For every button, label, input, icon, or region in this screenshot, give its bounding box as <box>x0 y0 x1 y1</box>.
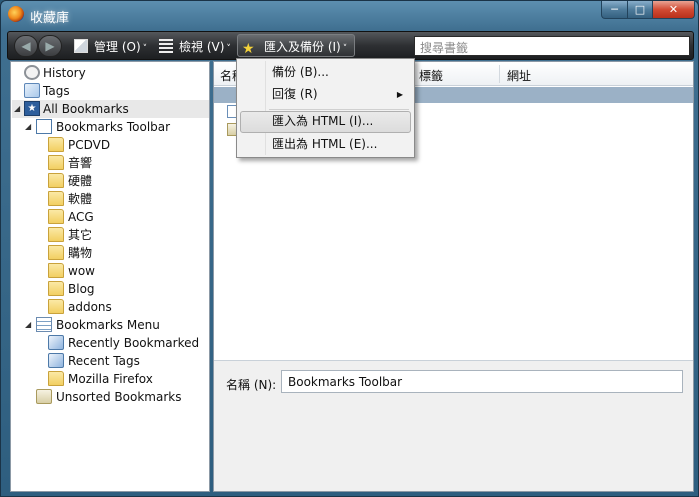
tree-item-label: 購物 <box>68 246 93 260</box>
name-field-label: 名稱 (N): <box>226 378 277 392</box>
menu-item-label: 回復 (R) <box>272 87 318 101</box>
folder-icon <box>48 371 64 386</box>
menu-item-backup[interactable]: 備份 (B)... <box>240 62 411 84</box>
organize-dropdown-marker: ˅ <box>142 44 148 54</box>
organize-menu-button[interactable]: 管理 (O) ˅ <box>74 38 147 55</box>
column-location[interactable]: 網址 <box>507 67 531 84</box>
folder-icon <box>48 263 64 278</box>
menu-item-label: 備份 (B)... <box>272 65 329 79</box>
folder-icon <box>48 209 64 224</box>
folder-icon <box>48 245 64 260</box>
folder-icon <box>48 137 64 152</box>
tree-item-label: 硬體 <box>68 174 93 188</box>
folder-tree: History Tags ◢ ★ All Bookmarks ◢ Bookmar… <box>10 61 210 492</box>
back-button[interactable]: ◀ <box>14 35 38 57</box>
back-arrow-icon: ◀ <box>21 39 31 53</box>
import-label: 匯入及備份 (I) <box>264 40 341 54</box>
tree-item-label: 其它 <box>68 228 93 242</box>
organize-icon <box>74 39 88 53</box>
menu-item-label: 匯入為 HTML (I)... <box>272 114 374 128</box>
menu-separator <box>269 109 409 110</box>
search-bookmarks-input[interactable]: 搜尋書籤 <box>414 36 690 56</box>
star-icon: ★ <box>24 101 40 116</box>
folder-icon <box>48 155 64 170</box>
title-bar: 收藏庫 ─ □ ✕ <box>1 1 698 29</box>
folder-icon <box>48 281 64 296</box>
minimize-button[interactable]: ─ <box>601 1 628 19</box>
views-label: 檢視 (V) <box>179 40 225 54</box>
expand-twisty-icon[interactable]: ◢ <box>25 321 33 329</box>
tree-item-label: ACG <box>68 210 94 224</box>
submenu-arrow-icon: ▶ <box>396 90 403 99</box>
folder-icon <box>48 227 64 242</box>
tree-item-label: Blog <box>68 282 95 296</box>
smart-folder-icon <box>48 335 64 350</box>
tree-item-label: All Bookmarks <box>43 102 129 116</box>
tree-item-label: 軟體 <box>68 192 93 206</box>
column-tags[interactable]: 標籤 <box>419 67 443 84</box>
tree-item-label: Bookmarks Menu <box>56 318 160 332</box>
folder-icon <box>48 173 64 188</box>
tree-item-label: History <box>43 66 86 80</box>
tree-item-label: 音響 <box>68 156 93 170</box>
views-menu-button[interactable]: 檢視 (V) ˅ <box>159 38 231 55</box>
smart-folder-icon <box>48 353 64 368</box>
tree-item-label: Bookmarks Toolbar <box>56 120 171 134</box>
import-dropdown-marker: ˅ <box>342 44 348 54</box>
firefox-icon <box>8 6 24 22</box>
tree-item-label: Mozilla Firefox <box>68 372 153 386</box>
expand-twisty-icon[interactable]: ◢ <box>14 105 22 113</box>
toolbar-icon <box>36 119 52 134</box>
tree-item-all-bookmarks[interactable]: ◢ ★ All Bookmarks <box>12 100 209 118</box>
views-dropdown-marker: ˅ <box>226 44 231 54</box>
close-button[interactable]: ✕ <box>652 1 695 19</box>
toolbar: ◀ ▶ 管理 (O) ˅ 檢視 (V) ˅ ★ 匯入及備份 (I) ˅ 搜尋書籤 <box>7 31 694 60</box>
tree-item-label: Recent Tags <box>68 354 140 368</box>
column-divider[interactable] <box>499 65 500 83</box>
maximize-button[interactable]: □ <box>627 1 653 19</box>
tree-item-label: Unsorted Bookmarks <box>56 390 182 404</box>
tree-item-label: Recently Bookmarked <box>68 336 200 350</box>
tree-item-label: addons <box>68 300 112 314</box>
tags-icon <box>24 83 40 98</box>
import-backup-menu-button[interactable]: ★ 匯入及備份 (I) ˅ <box>237 34 356 57</box>
menu-icon <box>36 317 52 332</box>
menu-item-export-html[interactable]: 匯出為 HTML (E)... <box>240 134 411 156</box>
folder-icon <box>48 299 64 314</box>
menu-item-label: 匯出為 HTML (E)... <box>272 137 378 151</box>
list-view-icon <box>159 39 173 53</box>
history-icon <box>24 65 40 80</box>
unsorted-icon <box>36 389 52 404</box>
details-panel: 名稱 (N): Bookmarks Toolbar <box>214 360 693 491</box>
menu-item-restore[interactable]: 回復 (R) ▶ <box>240 84 411 106</box>
name-field[interactable]: Bookmarks Toolbar <box>281 370 683 393</box>
folder-icon <box>48 191 64 206</box>
tree-item-label: wow <box>68 264 95 278</box>
forward-button[interactable]: ▶ <box>38 35 62 57</box>
menu-item-import-html[interactable]: 匯入為 HTML (I)... <box>240 111 411 133</box>
tree-item-label: Tags <box>43 84 70 98</box>
import-backup-dropdown: 備份 (B)... 回復 (R) ▶ 匯入為 HTML (I)... 匯出為 H… <box>236 58 415 158</box>
window-title: 收藏庫 <box>30 11 70 26</box>
forward-arrow-icon: ▶ <box>45 39 55 53</box>
star-import-icon: ★ <box>242 41 255 57</box>
expand-twisty-icon[interactable]: ◢ <box>25 123 33 131</box>
library-window: 收藏庫 ─ □ ✕ ◀ ▶ 管理 (O) ˅ 檢視 (V) ˅ ★ 匯入及備份 (I)… <box>0 0 699 497</box>
tree-item-label: PCDVD <box>68 138 111 152</box>
organize-label: 管理 (O) <box>94 40 141 54</box>
